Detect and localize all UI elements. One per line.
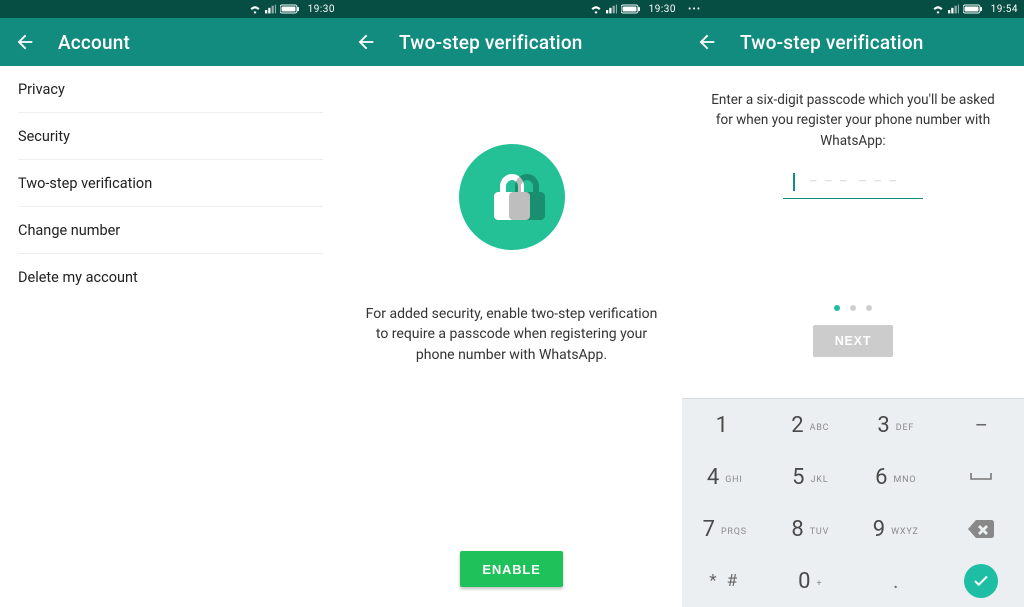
step-indicator [834,305,872,311]
back-button[interactable] [696,31,718,53]
two-step-description: For added security, enable two-step veri… [359,304,664,365]
text-cursor [793,173,795,191]
backspace-icon [968,520,994,538]
list-item-change-number[interactable]: Change number [18,207,323,254]
back-arrow-icon [696,31,718,53]
status-more-icon: ••• [688,4,701,15]
toolbar: Two-step verification [682,18,1024,66]
back-button[interactable] [355,31,377,53]
status-time: 19:54 [991,4,1018,15]
status-time: 19:30 [308,4,335,15]
passcode-instruction: Enter a six-digit passcode which you'll … [682,90,1024,151]
numeric-keypad: 1 2ABC 3DEF – 4GHI 5JKL 6MNO 7PRQS 8TUV … [682,398,1024,607]
battery-icon [280,4,300,14]
key-7[interactable]: 7PRQS [682,503,768,555]
next-button[interactable]: NEXT [813,325,894,357]
step-dot [866,305,872,311]
space-icon [970,472,992,482]
key-period[interactable]: . [853,555,939,607]
battery-icon [621,4,641,14]
key-3[interactable]: 3DEF [853,399,939,451]
key-8[interactable]: 8TUV [768,503,854,555]
key-2[interactable]: 2ABC [768,399,854,451]
status-bar: ••• 19:54 [682,0,1024,18]
status-time: 19:30 [649,4,676,15]
key-dash[interactable]: – [939,399,1024,451]
back-arrow-icon [14,31,36,53]
settings-list: Privacy Security Two-step verification C… [0,66,341,301]
done-circle [964,564,998,598]
passcode-group-2: – – – [858,174,897,190]
lock-illustration [459,144,565,250]
wifi-icon [590,4,602,14]
check-icon [972,572,990,590]
key-5[interactable]: 5JKL [768,451,854,503]
two-step-body: For added security, enable two-step veri… [341,66,682,607]
back-button[interactable] [14,31,36,53]
key-backspace[interactable] [939,503,1024,555]
key-0[interactable]: 0+ [768,555,854,607]
screen-account: 19:30 Account Privacy Security Two-step … [0,0,341,607]
list-item-privacy[interactable]: Privacy [18,66,323,113]
list-item-security[interactable]: Security [18,113,323,160]
screen-two-step-passcode: ••• 19:54 Two-step verification Enter a … [682,0,1024,607]
status-bar: 19:30 [0,0,341,18]
back-arrow-icon [355,31,377,53]
signal-icon [265,4,276,14]
screen-two-step-intro: 19:30 Two-step verification For added se… [341,0,682,607]
page-title: Two-step verification [399,31,583,54]
signal-icon [948,4,959,14]
wifi-icon [249,4,261,14]
wifi-icon [932,4,944,14]
key-symbols[interactable]: * # [682,555,768,607]
key-done[interactable] [939,555,1024,607]
signal-icon [606,4,617,14]
passcode-group-1: – – – [809,174,848,190]
status-bar: 19:30 [341,0,682,18]
step-dot [834,305,840,311]
key-1[interactable]: 1 [682,399,768,451]
key-space[interactable] [939,451,1024,503]
battery-icon [963,4,983,14]
passcode-input[interactable]: – – – – – – [783,167,923,199]
key-9[interactable]: 9WXYZ [853,503,939,555]
passcode-body: Enter a six-digit passcode which you'll … [682,66,1024,607]
lock-shadow-icon [507,172,547,222]
toolbar: Account [0,18,341,66]
key-4[interactable]: 4GHI [682,451,768,503]
enable-button[interactable]: ENABLE [460,551,562,587]
key-6[interactable]: 6MNO [853,451,939,503]
page-title: Two-step verification [740,31,924,54]
list-item-two-step[interactable]: Two-step verification [18,160,323,207]
step-dot [850,305,856,311]
list-item-delete-account[interactable]: Delete my account [18,254,323,301]
page-title: Account [58,31,130,54]
toolbar: Two-step verification [341,18,682,66]
